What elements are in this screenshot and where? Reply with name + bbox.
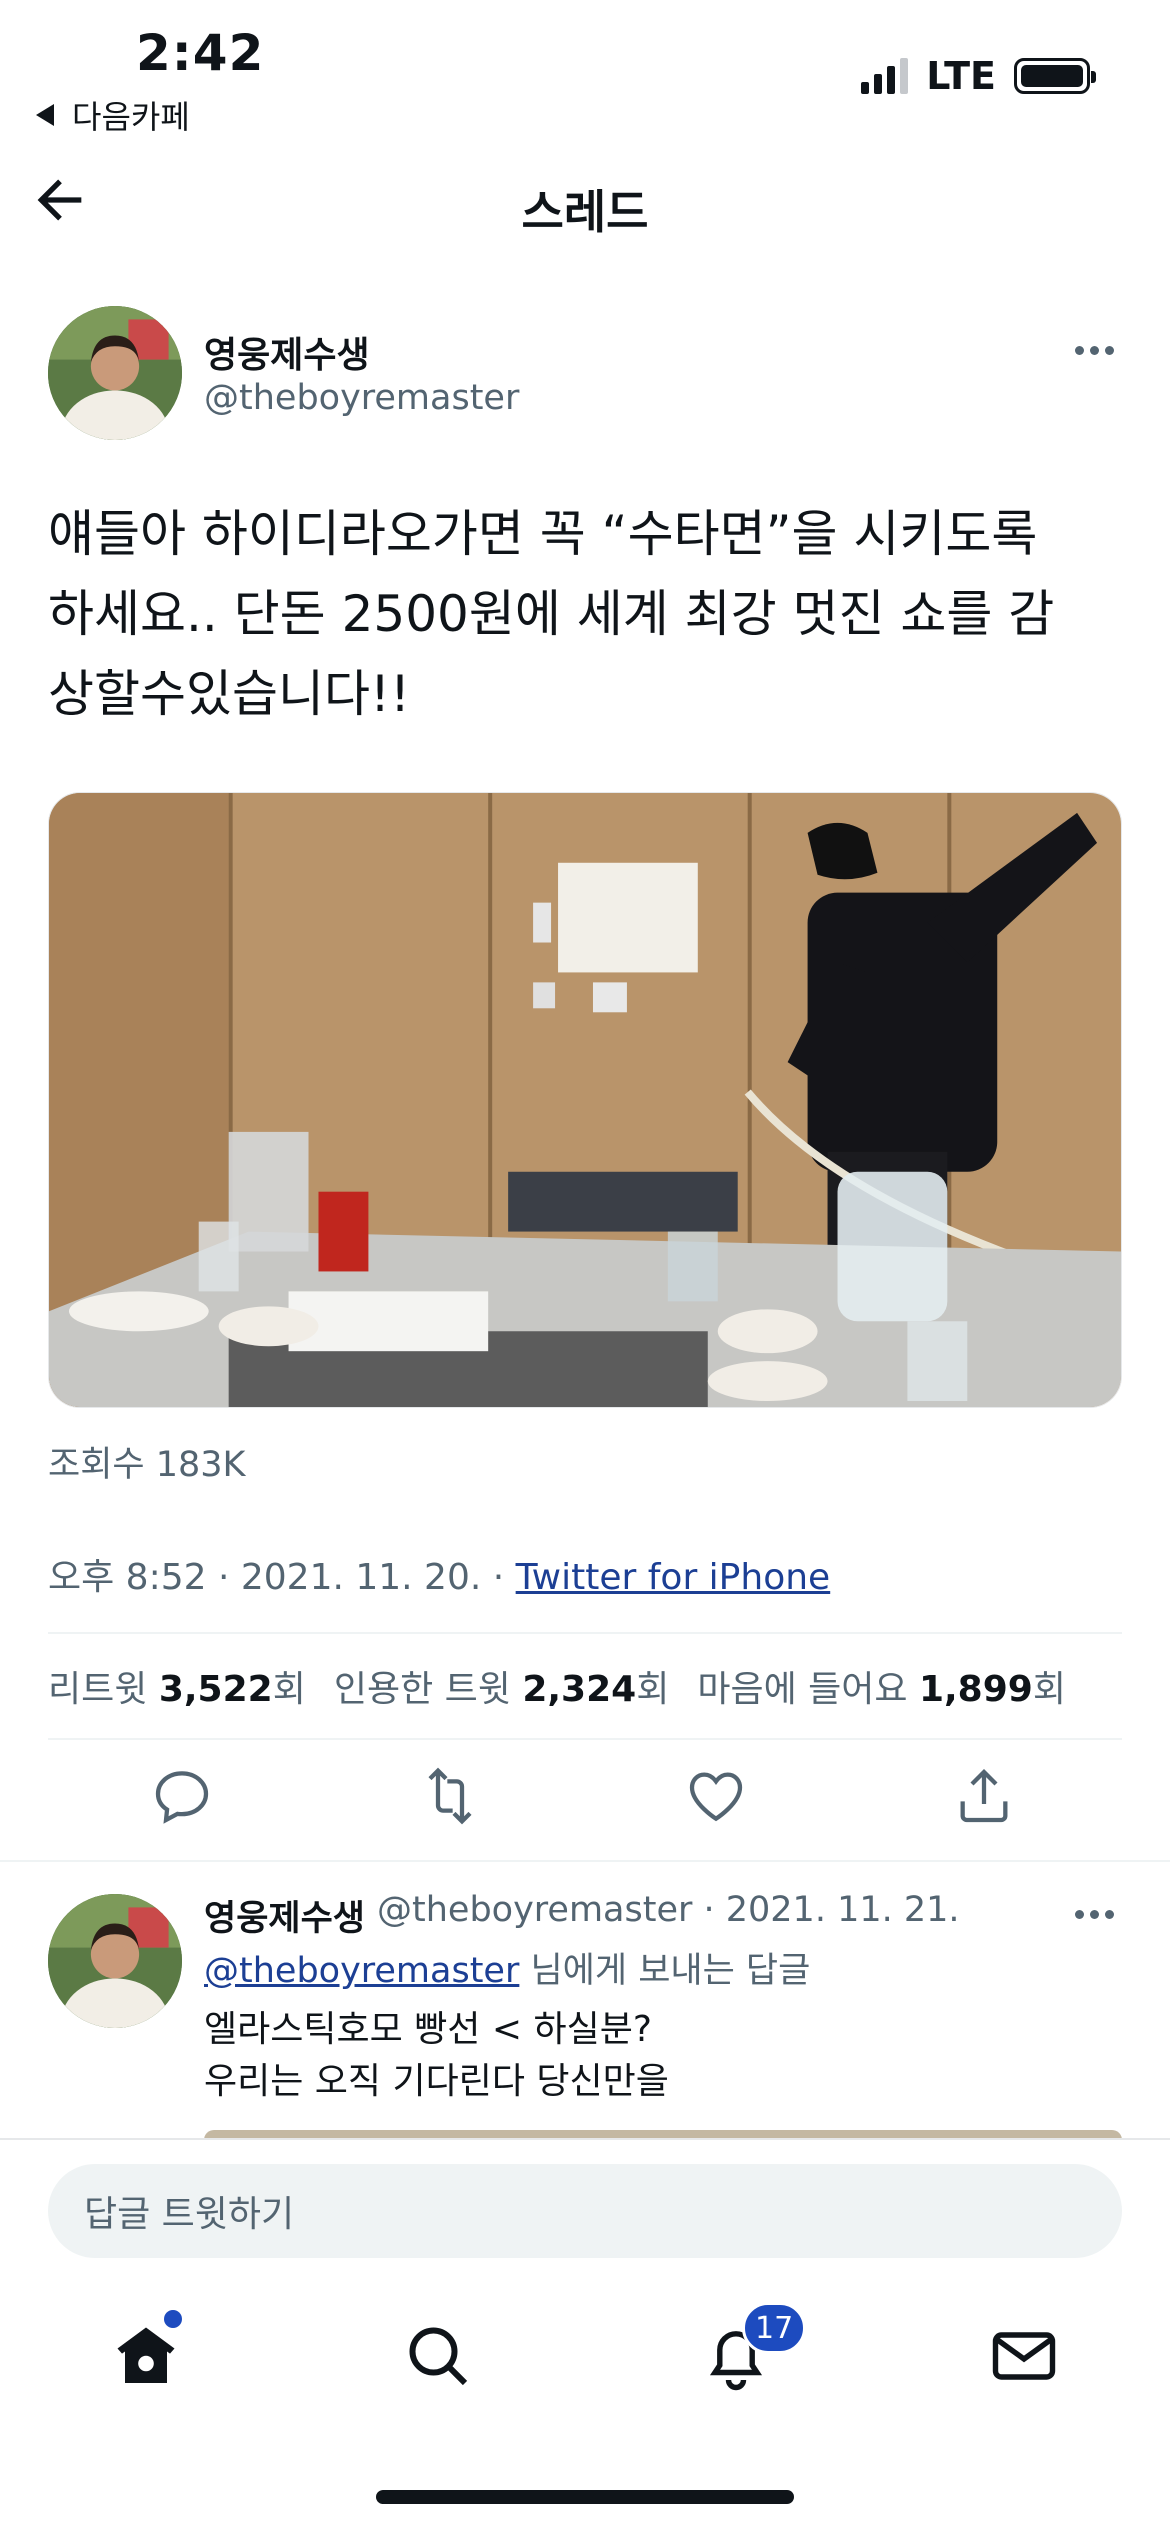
- quotes-stat[interactable]: 인용한 트윗 2,324회: [334, 1660, 670, 1712]
- reply-more-options-icon[interactable]: [1075, 1910, 1114, 1919]
- retweet-icon[interactable]: [418, 1764, 482, 1828]
- reply-mention-link[interactable]: @theboyremaster: [204, 1951, 519, 1991]
- view-count: 조회수 183K: [48, 1445, 246, 1485]
- retweets-stat[interactable]: 리트윗 3,522회: [48, 1660, 306, 1712]
- likes-stat[interactable]: 마음에 들어요 1,899회: [697, 1660, 1066, 1712]
- divider: [48, 1738, 1122, 1740]
- tweet-stats: 리트윗 3,522회 인용한 트윗 2,324회 마음에 들어요 1,899회: [48, 1660, 1066, 1712]
- notification-count-badge: 17: [742, 2302, 807, 2354]
- messages-icon[interactable]: [988, 2320, 1060, 2392]
- status-indicators: LTE: [861, 54, 1096, 98]
- home-indicator: [376, 2490, 794, 2504]
- home-icon[interactable]: [110, 2320, 182, 2392]
- divider: [48, 1632, 1122, 1634]
- reply-text-line: 우리는 오직 기다린다 당신만을: [204, 2061, 669, 2102]
- tweet-text: 얘들아 하이디라오가면 꼭 “수타면”을 시키도록 하세요.. 단돈 2500원…: [48, 494, 1128, 734]
- author-handle[interactable]: @theboyremaster: [204, 378, 519, 418]
- page-title: 스레드: [521, 185, 649, 239]
- reply-text: 엘라스틱호모 빵선 < 하실분? 우리는 오직 기다린다 당신만을: [204, 2004, 669, 2108]
- divider: [0, 1860, 1170, 1862]
- signal-icon: [861, 58, 909, 94]
- share-icon[interactable]: [952, 1764, 1016, 1828]
- search-icon[interactable]: [402, 2320, 474, 2392]
- reply-compose-input[interactable]: 답글 트윗하기: [48, 2164, 1122, 2258]
- tweet-text-line: 얘들아 하이디라오가면 꼭 “수타면”을 시키도록: [48, 505, 1038, 563]
- home-unread-dot: [164, 2310, 182, 2328]
- tweet-actions: [0, 1764, 1170, 1844]
- back-to-app[interactable]: 다음카페: [36, 92, 190, 138]
- replying-to: @theboyremaster 님에게 보내는 답글: [204, 1942, 810, 1993]
- avatar[interactable]: [48, 306, 182, 440]
- tweet-time: 오후 8:52 · 2021. 11. 20. ·: [48, 1557, 516, 1598]
- like-icon[interactable]: [684, 1764, 748, 1828]
- tweet-text-line: 하세요.. 단돈 2500원에 세계 최강 멋진 쇼를 감: [48, 585, 1055, 643]
- reply-header: 영웅제수생 @theboyremaster · 2021. 11. 21.: [204, 1890, 960, 1941]
- battery-icon: [1014, 58, 1096, 94]
- more-options-icon[interactable]: [1075, 346, 1114, 355]
- tweet-timestamp: 오후 8:52 · 2021. 11. 20. · Twitter for iP…: [48, 1548, 830, 1600]
- reply-to-suffix: 님에게 보내는 답글: [519, 1951, 811, 1991]
- status-time: 2:42: [136, 24, 265, 82]
- reply-meta: @theboyremaster · 2021. 11. 21.: [377, 1890, 960, 1930]
- back-app-label: 다음카페: [72, 98, 190, 136]
- reply-icon[interactable]: [150, 1764, 214, 1828]
- network-label: LTE: [926, 54, 996, 98]
- reply-compose-placeholder: 답글 트윗하기: [84, 2194, 295, 2235]
- reply-avatar[interactable]: [48, 1894, 182, 2028]
- tweet-source-link[interactable]: Twitter for iPhone: [516, 1557, 831, 1598]
- author-name[interactable]: 영웅제수생: [204, 326, 370, 378]
- tweet-text-line: 상할수있습니다!!: [48, 665, 411, 723]
- reply-text-line: 엘라스틱호모 빵선 < 하실분?: [204, 2009, 652, 2050]
- back-triangle-icon: [36, 104, 54, 126]
- reply-author-name[interactable]: 영웅제수생: [204, 1890, 365, 1941]
- tweet-media-video[interactable]: [48, 792, 1122, 1408]
